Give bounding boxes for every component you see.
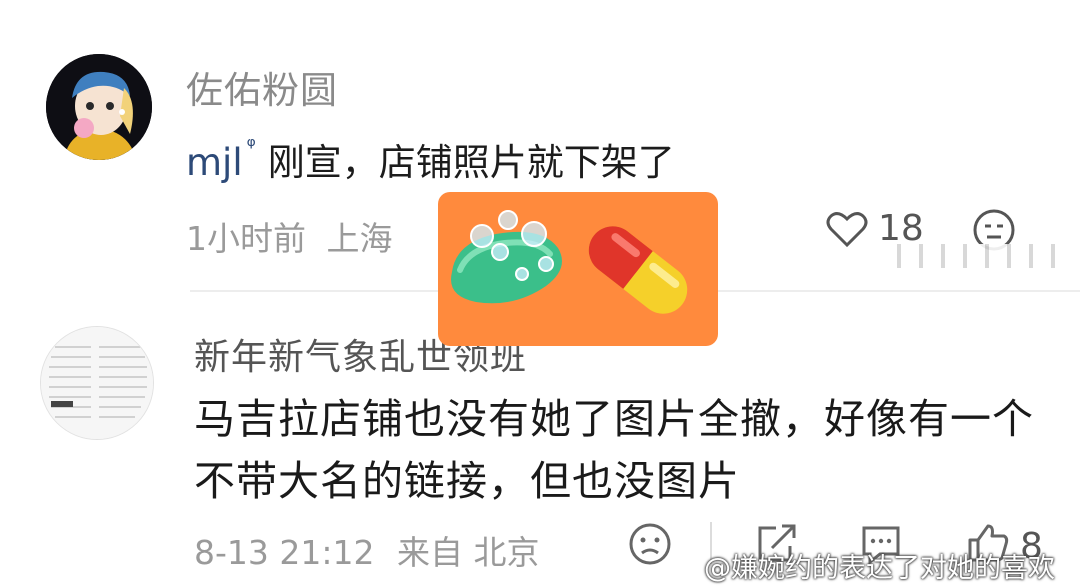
watermark-text: @嫌婉约的表达了对她的喜欢 — [704, 553, 1055, 584]
comment-time: 8-13 21:12 — [194, 533, 375, 572]
pill-icon — [588, 226, 688, 314]
avatar-document-thumbnail — [41, 327, 153, 439]
comment-location: 上海 — [326, 219, 393, 258]
comment-text: 刚宣，店铺照片就下架了 — [267, 141, 675, 184]
redacted-strip — [888, 244, 1068, 268]
reply-text-line: mjl ᵠ 刚宣，店铺照片就下架了 — [186, 132, 675, 186]
comment-meta: 1小时前 上海 — [186, 212, 393, 260]
avatar-illustration — [46, 54, 152, 160]
soap-icon — [451, 210, 562, 304]
sticker-soap-pill — [438, 192, 718, 346]
comment-text: 马吉拉店铺也没有她了图片全撤，好像有一个不带大名的链接，但也没图片 — [194, 395, 1034, 505]
weibo-logo-icon — [675, 550, 702, 576]
avatar[interactable] — [46, 54, 152, 160]
mention-search-icon: ᵠ — [246, 134, 256, 159]
soap-and-pill-illustration — [451, 210, 688, 314]
comment-username[interactable]: 佐佑粉圆 — [186, 60, 338, 114]
mention-link[interactable]: mjl — [186, 141, 243, 184]
comment-source: 来自 北京 — [397, 533, 540, 572]
sad-face-icon — [629, 523, 671, 565]
heart-icon — [826, 211, 868, 247]
like-count: 18 — [878, 208, 924, 249]
comment-meta: 8-13 21:12 来自 北京 — [194, 526, 540, 574]
emoji-reaction-button[interactable] — [628, 522, 672, 566]
avatar[interactable] — [40, 326, 154, 440]
like-button[interactable]: 18 — [826, 208, 924, 249]
comment-time: 1小时前 — [186, 219, 306, 258]
